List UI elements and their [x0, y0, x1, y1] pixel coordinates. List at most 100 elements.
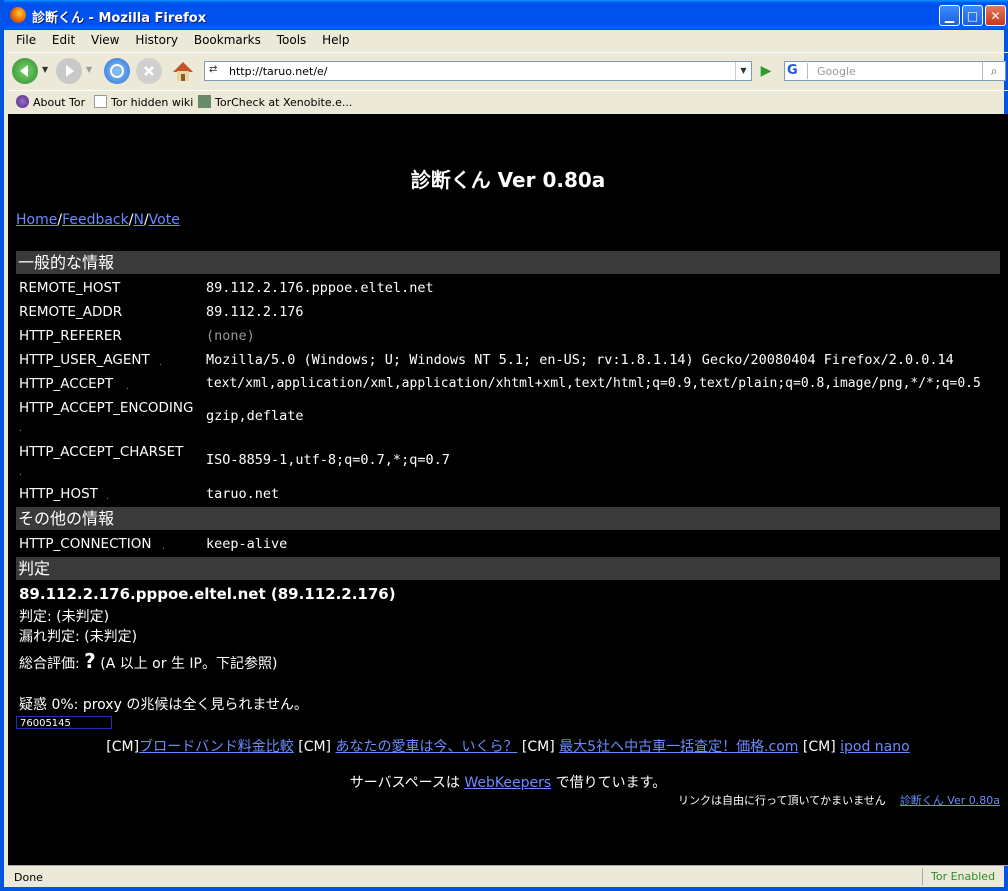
menu-file[interactable]: File: [16, 33, 36, 47]
cm-link-kakaku[interactable]: 最大5社へ中古車一括査定！価格.com: [559, 739, 798, 755]
go-button[interactable]: ▶: [756, 61, 776, 81]
page-title: 診断くん Ver 0.80a: [410, 168, 606, 192]
row-value: keep-alive: [206, 536, 288, 552]
link-home[interactable]: Home: [16, 212, 57, 228]
search-icon[interactable]: ⌕: [982, 62, 1005, 80]
search-engine-icon[interactable]: G: [787, 63, 808, 79]
info-link-dot[interactable]: .: [19, 468, 22, 478]
overall-label: 総合評価:: [19, 656, 80, 672]
row-value: taruo.net: [206, 486, 280, 502]
server-note-post: で借りています。: [555, 775, 667, 791]
back-button[interactable]: [12, 58, 38, 84]
tor-status-button[interactable]: Tor Enabled: [922, 868, 1008, 885]
page-nav-links: Home/Feedback/N/Vote: [16, 212, 180, 228]
row-key: REMOTE_HOST: [19, 280, 121, 296]
cm-link-ipod[interactable]: ipod nano: [840, 739, 910, 755]
link-webkeepers[interactable]: WebKeepers: [464, 775, 551, 791]
info-link-dot[interactable]: .: [159, 358, 162, 368]
window-title: 診断くん - Mozilla Firefox: [32, 11, 207, 26]
back-arrow-icon: [20, 65, 28, 77]
reload-button[interactable]: [104, 58, 130, 84]
forward-arrow-icon: [66, 65, 74, 77]
bookmark-label: About Tor: [33, 96, 86, 109]
cm-prefix: [CM]: [106, 739, 140, 755]
home-button[interactable]: [170, 58, 196, 84]
title-bar: 診断くん - Mozilla Firefox ▁ □ ✕: [4, 0, 1008, 30]
info-link-dot[interactable]: .: [126, 382, 129, 392]
menu-bookmarks[interactable]: Bookmarks: [194, 33, 261, 47]
cm-prefix: [CM]: [298, 739, 332, 755]
server-note-pre: サーバスペースは: [349, 775, 460, 791]
info-link-dot[interactable]: .: [106, 492, 109, 502]
row-value: ISO-8859-1,utf-8;q=0.7,*;q=0.7: [206, 452, 450, 468]
navigation-toolbar: ▼ ▼ ⇄ http://taruo.net/e/ ▼ ▶ G Google ⌕: [8, 52, 1008, 89]
page-content: 診断くん Ver 0.80a Home/Feedback/N/Vote 一般的な…: [8, 114, 1008, 865]
status-bar: Done Tor Enabled: [8, 865, 1008, 888]
bookmark-label: TorCheck at Xenobite.e...: [215, 96, 353, 109]
row-key: HTTP_USER_AGENT: [19, 352, 150, 368]
section-other-header: その他の情報: [16, 507, 1000, 530]
address-input[interactable]: http://taruo.net/e/: [229, 65, 328, 78]
bookmark-torcheck[interactable]: TorCheck at Xenobite.e...: [198, 95, 352, 109]
menu-edit[interactable]: Edit: [52, 33, 75, 47]
page-icon: [94, 95, 107, 108]
minimize-button[interactable]: ▁: [939, 5, 960, 26]
link-n[interactable]: N: [133, 212, 143, 228]
row-key: HTTP_ACCEPT_ENCODING: [19, 400, 194, 416]
row-value: 89.112.2.176: [206, 304, 304, 320]
close-button[interactable]: ✕: [985, 5, 1006, 26]
cm-link-car-value[interactable]: あなたの愛車は今、いくら？: [335, 739, 517, 755]
row-key: REMOTE_ADDR: [19, 304, 123, 320]
info-link-dot[interactable]: .: [162, 542, 165, 552]
forward-history-dropdown[interactable]: ▼: [86, 65, 92, 74]
cm-prefix: [CM]: [802, 739, 836, 755]
stop-icon: [144, 66, 154, 76]
home-icon: [173, 62, 193, 81]
overall-note: (A 以上 or 生 IP。下記参照): [100, 656, 278, 672]
section-verdict-header: 判定: [16, 557, 1000, 580]
server-note: サーバスペースは WebKeepers で借りています。: [8, 772, 1008, 792]
bookmarks-toolbar: About Tor Tor hidden wiki TorCheck at Xe…: [8, 90, 1008, 113]
row-value: 89.112.2.176.pppoe.eltel.net: [206, 280, 434, 296]
cm-prefix: [CM]: [521, 739, 555, 755]
menu-help[interactable]: Help: [322, 33, 349, 47]
address-bar[interactable]: ⇄ http://taruo.net/e/ ▼: [204, 61, 752, 81]
search-input[interactable]: Google: [817, 65, 856, 78]
menu-bar: File Edit View History Bookmarks Tools H…: [8, 30, 1008, 50]
bookmark-about-tor[interactable]: About Tor: [16, 95, 85, 109]
back-history-dropdown[interactable]: ▼: [42, 65, 48, 74]
row-key: HTTP_HOST: [19, 486, 98, 502]
overall-mark: ?: [84, 649, 96, 673]
tor-onion-icon: [16, 95, 29, 108]
row-key: HTTP_ACCEPT_CHARSET: [19, 444, 184, 460]
bookmark-tor-hidden-wiki[interactable]: Tor hidden wiki: [94, 95, 193, 109]
menu-view[interactable]: View: [91, 33, 119, 47]
forward-button[interactable]: [56, 58, 82, 84]
link-policy-text: リンクは自由に行って頂いてかまいません: [678, 794, 886, 807]
reload-icon: [110, 64, 124, 78]
menu-history[interactable]: History: [135, 33, 178, 47]
row-value: text/xml,application/xml,application/xht…: [206, 376, 981, 391]
verdict-overall: 総合評価: ? (A 以上 or 生 IP。下記参照): [19, 649, 277, 673]
cm-links: [CM]ブロードバンド料金比較 [CM] あなたの愛車は今、いくら？ [CM] …: [8, 736, 1008, 756]
link-version[interactable]: 診断くん Ver 0.80a: [900, 794, 1000, 807]
address-dropdown-icon[interactable]: ▼: [735, 62, 751, 80]
browser-window: 診断くん - Mozilla Firefox ▁ □ ✕ File Edit V…: [0, 0, 1008, 891]
page-favicon-icon: ⇄: [209, 64, 218, 75]
search-bar[interactable]: G Google ⌕: [784, 61, 1006, 81]
link-vote[interactable]: Vote: [149, 212, 180, 228]
torcheck-icon: [198, 95, 211, 108]
link-note: リンクは自由に行って頂いてかまいません 診断くん Ver 0.80a: [678, 792, 1000, 808]
verdict-judge: 判定: (未判定): [19, 609, 110, 625]
menu-tools[interactable]: Tools: [277, 33, 307, 47]
link-feedback[interactable]: Feedback: [62, 212, 129, 228]
verdict-host: 89.112.2.176.pppoe.eltel.net (89.112.2.1…: [19, 585, 396, 603]
firefox-icon: [10, 7, 26, 23]
verdict-suspicion: 疑惑 0%: proxy の兆候は全く見られません。: [19, 697, 308, 713]
stop-button[interactable]: [136, 58, 162, 84]
maximize-button[interactable]: □: [962, 5, 983, 26]
bookmark-label: Tor hidden wiki: [111, 96, 194, 109]
section-general-header: 一般的な情報: [16, 251, 1000, 274]
cm-link-broadband[interactable]: ブロードバンド料金比較: [139, 739, 294, 755]
info-link-dot[interactable]: .: [19, 424, 22, 434]
